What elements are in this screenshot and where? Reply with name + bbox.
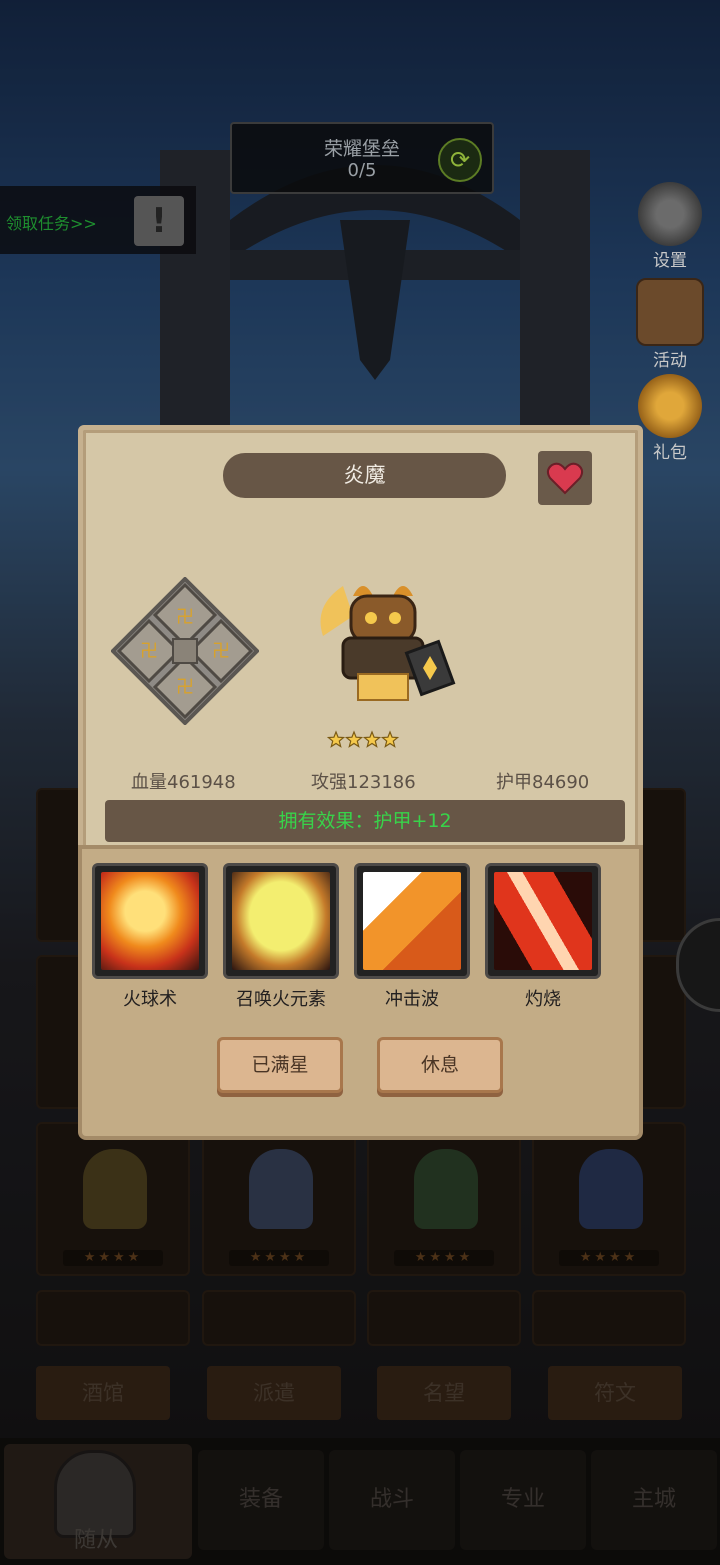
skill-frame — [223, 863, 339, 979]
location-panel: 荣耀堡垒 0/5 ⟳ — [230, 122, 494, 194]
hero-info-panel: 炎魔 卍 卍 卍 卍 血量461948 攻强123186 护甲84690 拥有效… — [78, 425, 643, 855]
effect-bar: 拥有效果：护甲+12 — [105, 800, 625, 842]
favorite-button[interactable] — [538, 451, 592, 505]
skill-name: 灼烧 — [525, 989, 561, 1010]
refresh-icon[interactable]: ⟳ — [438, 138, 482, 182]
rest-button[interactable]: 休息 — [377, 1037, 503, 1093]
svg-text:卍: 卍 — [176, 677, 194, 698]
book-icon — [636, 278, 704, 346]
hero-name: 炎魔 — [223, 453, 506, 498]
fire-elemental-icon — [232, 872, 330, 970]
svg-text:卍: 卍 — [212, 641, 230, 662]
settings-label: 设置 — [653, 251, 687, 271]
exclamation-icon[interactable]: ! — [134, 196, 184, 246]
star-icon — [362, 730, 382, 748]
star-icon — [344, 730, 364, 748]
skill-shockwave[interactable]: 冲击波 — [352, 863, 472, 1011]
hero-detail-modal: 炎魔 卍 卍 卍 卍 血量461948 攻强123186 护甲84690 拥有效… — [78, 425, 643, 1140]
skill-name: 召唤火元素 — [236, 989, 326, 1010]
gift-icon — [638, 374, 702, 438]
max-star-button[interactable]: 已满星 — [217, 1037, 343, 1093]
skill-summon-fire-elemental[interactable]: 召唤火元素 — [221, 863, 341, 1011]
skill-name: 火球术 — [123, 989, 177, 1010]
stat-attack: 攻强123186 — [311, 772, 416, 793]
heart-icon — [546, 462, 584, 495]
skill-frame — [354, 863, 470, 979]
skill-name: 冲击波 — [385, 989, 439, 1010]
skill-fireball[interactable]: 火球术 — [90, 863, 210, 1011]
fireball-icon — [101, 872, 199, 970]
burn-icon — [494, 872, 592, 970]
stat-armor: 护甲84690 — [496, 772, 590, 793]
hero-portrait — [320, 586, 456, 701]
skill-frame — [92, 863, 208, 979]
gear-icon — [638, 182, 702, 246]
skill-frame — [485, 863, 601, 979]
task-link[interactable]: 领取任务>> — [6, 210, 97, 234]
hero-stars — [327, 730, 399, 748]
events-button[interactable]: 活动 — [630, 278, 710, 371]
events-label: 活动 — [653, 351, 687, 371]
skill-burn[interactable]: 灼烧 — [483, 863, 603, 1011]
stat-hp: 血量461948 — [131, 772, 236, 793]
star-icon — [327, 730, 346, 748]
rune-slot-icon[interactable]: 卍 卍 卍 卍 — [111, 577, 259, 725]
star-icon — [380, 730, 399, 748]
settings-button[interactable]: 设置 — [630, 182, 710, 271]
svg-text:卍: 卍 — [176, 607, 194, 628]
svg-text:卍: 卍 — [140, 641, 158, 662]
shockwave-icon — [363, 872, 461, 970]
